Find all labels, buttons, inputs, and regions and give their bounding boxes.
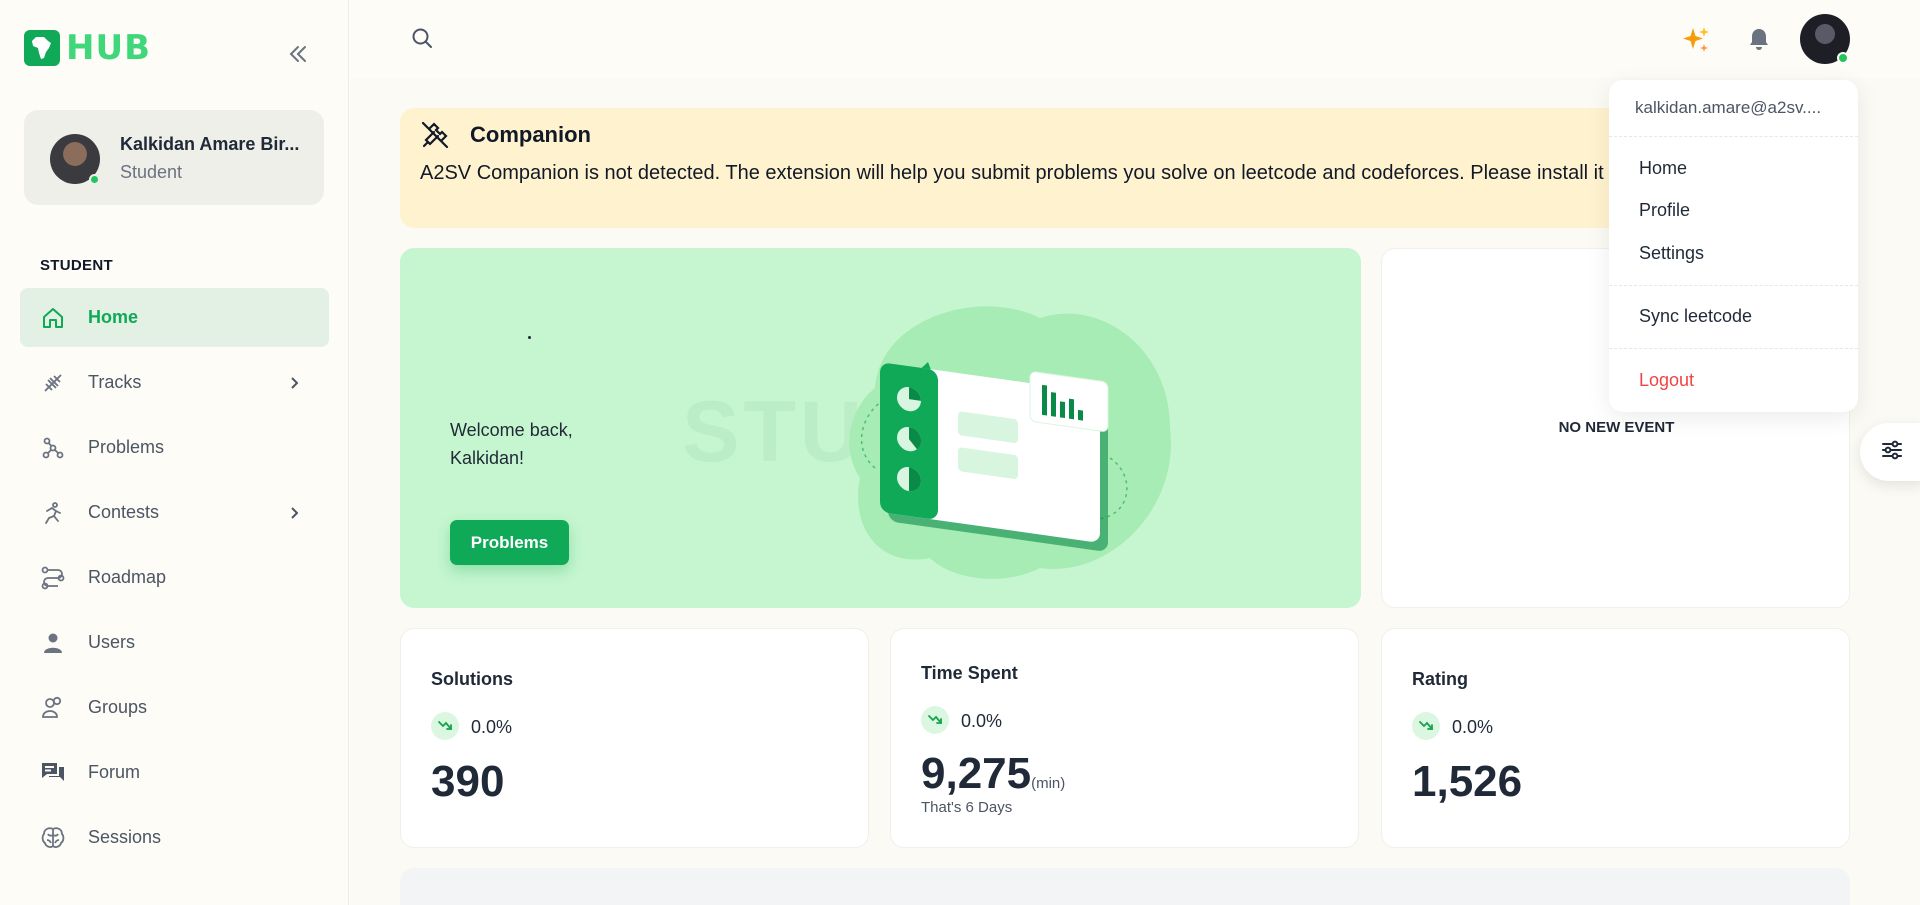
time-spent-card: Time Spent 0.0% 9,275(min) That's 6 Days	[890, 628, 1359, 848]
solutions-card: Solutions 0.0% 390	[400, 628, 869, 848]
sidebar-item-groups[interactable]: Groups	[20, 678, 329, 737]
alert-title: Companion	[470, 122, 591, 147]
stat-subtext: That's 6 Days	[921, 799, 1013, 816]
stat-value: 9,275(min)	[921, 749, 1065, 799]
trend-down-icon	[921, 706, 949, 734]
user-dropdown-menu: kalkidan.amare@a2sv.... Home Profile Set…	[1609, 80, 1858, 412]
plugin-off-icon	[420, 120, 450, 150]
sidebar-item-sessions[interactable]: Sessions	[20, 808, 329, 867]
sidebar-item-label: Home	[88, 307, 139, 327]
sidebar-item-forum[interactable]: Forum	[20, 743, 329, 802]
sparkle-icon[interactable]	[1680, 24, 1712, 56]
sidebar-item-users[interactable]: Users	[20, 613, 329, 672]
logo-text: HUB	[66, 28, 151, 68]
search-icon[interactable]	[410, 26, 436, 52]
trend-down-icon	[431, 712, 459, 740]
sliders-icon	[1880, 438, 1904, 467]
top-bar	[350, 0, 1920, 78]
stat-unit: (min)	[1031, 775, 1066, 792]
stat-title: Solutions	[431, 669, 513, 689]
problems-icon	[40, 435, 66, 461]
bell-icon[interactable]	[1746, 26, 1774, 54]
stat-title: Time Spent	[921, 663, 1018, 683]
stat-trend: 0.0%	[1452, 717, 1494, 737]
stat-value: 1,526	[1412, 757, 1523, 806]
chevron-right-icon	[291, 376, 299, 389]
trend-down-icon	[1412, 712, 1440, 740]
sidebar: HUB Kalkidan Amare Bir... Student STUDEN…	[0, 0, 349, 905]
sidebar-item-problems[interactable]: Problems	[20, 418, 329, 477]
stat-value: 390	[431, 757, 505, 806]
stat-value-number: 9,275	[921, 749, 1032, 798]
chevron-right-icon	[291, 506, 299, 519]
online-status-dot	[89, 174, 100, 185]
sidebar-item-label: Problems	[88, 437, 165, 457]
sidebar-item-label: Contests	[88, 502, 160, 522]
welcome-card: STUDENT Welcome back, Kalkidan! Problems	[400, 248, 1361, 608]
africa-logo-icon	[24, 30, 60, 66]
menu-item-settings[interactable]: Settings	[1639, 243, 1704, 264]
menu-item-home[interactable]: Home	[1639, 158, 1687, 179]
tracks-icon	[40, 370, 66, 396]
online-status-dot	[1837, 52, 1849, 64]
brain-icon	[40, 825, 66, 851]
problems-button[interactable]: Problems	[450, 520, 569, 565]
sidebar-item-label: Tracks	[88, 372, 142, 392]
dashboard-illustration	[849, 306, 1171, 579]
users-icon	[40, 630, 66, 656]
welcome-text: Welcome back, Kalkidan!	[450, 420, 573, 468]
contests-icon	[40, 500, 66, 526]
settings-sliders-button[interactable]	[1860, 423, 1920, 481]
sidebar-item-roadmap[interactable]: Roadmap	[20, 548, 329, 607]
sidebar-item-home[interactable]: Home	[20, 288, 329, 347]
home-icon	[40, 305, 66, 331]
divider	[1609, 136, 1858, 137]
logo[interactable]: HUB	[24, 28, 151, 68]
divider	[1609, 348, 1858, 349]
sidebar-item-label: Users	[88, 632, 136, 652]
stat-title: Rating	[1412, 669, 1468, 689]
menu-item-logout[interactable]: Logout	[1639, 370, 1694, 391]
user-card[interactable]: Kalkidan Amare Bir... Student	[24, 110, 324, 205]
sidebar-item-tracks[interactable]: Tracks	[20, 353, 329, 412]
sidebar-section-label: STUDENT	[40, 257, 113, 274]
menu-item-profile[interactable]: Profile	[1639, 200, 1690, 221]
sidebar-item-label: Groups	[88, 697, 148, 717]
user-name: Kalkidan Amare Bir...	[120, 134, 300, 154]
stat-trend: 0.0%	[961, 711, 1003, 731]
hero-dot	[528, 336, 531, 339]
stat-trend: 0.0%	[471, 717, 513, 737]
groups-icon	[40, 695, 66, 721]
rating-card: Rating 0.0% 1,526	[1381, 628, 1850, 848]
menu-item-sync-leetcode[interactable]: Sync leetcode	[1639, 306, 1752, 327]
forum-icon	[40, 760, 66, 786]
no-event-text: NO NEW EVENT	[1558, 419, 1675, 436]
bottom-panel	[400, 868, 1850, 905]
user-email: kalkidan.amare@a2sv....	[1635, 98, 1822, 117]
sidebar-item-contests[interactable]: Contests	[20, 483, 329, 542]
divider	[1609, 285, 1858, 286]
collapse-sidebar-icon[interactable]	[286, 42, 310, 66]
sidebar-item-label: Roadmap	[88, 567, 167, 587]
roadmap-icon	[40, 565, 66, 591]
sidebar-item-label: Sessions	[88, 827, 162, 847]
user-role: Student	[120, 162, 183, 182]
sidebar-item-label: Forum	[88, 762, 141, 782]
